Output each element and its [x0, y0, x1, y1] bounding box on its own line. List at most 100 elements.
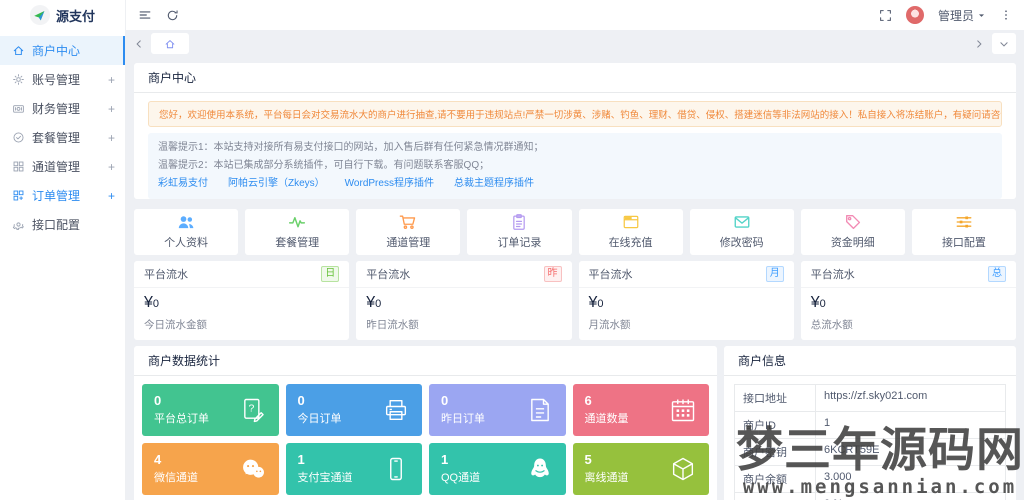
table-row: 默认费率 0 % [735, 492, 1005, 500]
logo[interactable]: 源支付 [0, 0, 125, 30]
chevron-down-icon [978, 13, 985, 17]
sidebar-item-account[interactable]: 账号管理 + [0, 65, 125, 94]
sidebar-item-merchant-center[interactable]: 商户中心 [0, 36, 125, 65]
expand-plus-icon[interactable]: + [108, 161, 115, 173]
stat-card-total: 平台流水 总 ¥0 总流水额 [800, 260, 1016, 340]
qa-package-manage[interactable]: 套餐管理 [245, 208, 350, 255]
kebab-menu-icon[interactable] [1000, 9, 1012, 21]
fullscreen-icon[interactable] [879, 9, 892, 22]
stat-title: 平台流水 [810, 268, 855, 281]
sidebar-item-label: 通道管理 [32, 160, 81, 174]
expand-plus-icon[interactable]: + [108, 132, 115, 144]
user-name: 管理员 [937, 8, 974, 23]
stat-card-month: 平台流水 月 ¥0 月流水额 [578, 260, 794, 340]
expand-plus-icon[interactable]: + [108, 103, 115, 115]
wechat-icon [239, 455, 267, 483]
link-wordpress[interactable]: WordPress程序插件 [345, 175, 434, 193]
merchant-center-panel: 商户中心 您好，欢迎使用本系统，平台每日会对交易流水大的商户进行抽查,请不要用于… [134, 63, 1016, 199]
sidebar-item-label: 财务管理 [32, 102, 81, 116]
tab-scroll-left-icon[interactable] [134, 39, 144, 49]
collapse-sidebar-icon[interactable] [138, 8, 152, 22]
stat-footer: 昨日流水额 [366, 318, 419, 331]
user-menu[interactable]: 管理员 [938, 7, 986, 24]
tag-icon [844, 213, 862, 231]
info-value: https://zf.sky021.com [824, 389, 928, 402]
sidebar-item-orders[interactable]: 订单管理 + [0, 181, 125, 210]
sidebar-item-label: 账号管理 [32, 73, 81, 87]
sidebar-item-label: 订单管理 [32, 189, 81, 203]
tab-home[interactable] [151, 33, 189, 54]
tile-qq-channels[interactable]: 1 QQ通道 [429, 442, 566, 495]
qa-order-records[interactable]: 订单记录 [467, 208, 572, 255]
link-apayun[interactable]: 阿帕云引擎（Zkeys） [228, 175, 325, 193]
tile-offline-channels[interactable]: 5 离线通道 [572, 442, 709, 495]
plugin-links: 彩虹易支付 阿帕云引擎（Zkeys） WordPress程序插件 总裁主题程序插… [158, 175, 992, 193]
home-tab-icon [165, 39, 175, 48]
qa-channel-manage[interactable]: 通道管理 [356, 208, 461, 255]
qa-change-password[interactable]: 修改密码 [689, 208, 794, 255]
qa-api-config[interactable]: 接口配置 [911, 208, 1016, 255]
sidebar-item-label: 套餐管理 [32, 131, 81, 145]
mail-icon [733, 213, 751, 231]
phone-icon [382, 455, 410, 483]
sidebar-item-api-config[interactable]: 接口配置 [0, 210, 125, 239]
sidebar: 源支付 商户中心 账号管理 + 财务管理 + 套餐管理 + 通道管理 + 订单管… [0, 0, 126, 500]
qa-fund-details[interactable]: 资金明细 [800, 208, 905, 255]
stat-badge-total: 总 [988, 265, 1006, 282]
merchant-stats-panel: 商户数据统计 0 平台总订单 ? 0 今日订单 0 昨日订单 6 通道数量 4 … [134, 345, 717, 500]
expand-plus-icon[interactable]: + [108, 74, 115, 86]
expand-plus-icon[interactable]: + [108, 190, 115, 202]
sidebar-item-label: 接口配置 [32, 218, 81, 232]
qa-personal-profile[interactable]: 个人资料 [134, 208, 239, 255]
link-caihong[interactable]: 彩虹易支付 [158, 175, 208, 193]
page-title: 商户中心 [134, 63, 1016, 93]
svg-text:?: ? [248, 402, 254, 414]
refresh-icon[interactable] [166, 9, 179, 22]
stat-footer: 月流水额 [588, 318, 631, 331]
bottom-section: 商户数据统计 0 平台总订单 ? 0 今日订单 0 昨日订单 6 通道数量 4 … [134, 345, 1016, 500]
finance-icon [12, 102, 25, 115]
tile-wechat-channels[interactable]: 4 微信通道 [142, 442, 279, 495]
info-value: 3.000 [824, 470, 852, 483]
users-icon [177, 213, 195, 231]
info-label: 默认费率 [735, 492, 816, 500]
platform-stats-row: 平台流水 日 ¥0 今日流水金额 平台流水 昨 ¥0 昨日流水额 平台流水 月 … [134, 260, 1016, 340]
avatar[interactable] [905, 6, 924, 24]
info-label: 商户余额 [735, 465, 816, 492]
link-zongcai[interactable]: 总裁主题程序插件 [454, 175, 534, 193]
stat-title: 平台流水 [588, 268, 633, 281]
warning-alert: 您好，欢迎使用本系统，平台每日会对交易流水大的商户进行抽查,请不要用于违规站点!… [148, 101, 1002, 127]
sidebar-item-package[interactable]: 套餐管理 + [0, 123, 125, 152]
calendar-icon [669, 396, 697, 424]
tile-alipay-channels[interactable]: 1 支付宝通道 [285, 442, 422, 495]
tip-line: 温馨提示1：本站支持对接所有易支付接口的网站，加入售后群有任何紧急情况群通知； [158, 142, 544, 153]
channel-grid-icon [12, 160, 25, 173]
info-label: 商户密钥 [735, 438, 816, 465]
qq-icon [526, 455, 554, 483]
info-value: 6KCRT59E [824, 443, 880, 456]
sidebar-item-finance[interactable]: 财务管理 + [0, 94, 125, 123]
clipboard-icon [510, 213, 528, 231]
page-content: 商户中心 您好，欢迎使用本系统，平台每日会对交易流水大的商户进行抽查,请不要用于… [126, 57, 1024, 500]
main-area: 管理员 商户中心 您好，欢迎使用本系统，平台每日会对交易流水大的商户进行抽查,请… [126, 0, 1024, 500]
stat-value: ¥0 [144, 293, 160, 311]
cube-icon [669, 455, 697, 483]
qa-online-recharge[interactable]: 在线充值 [578, 208, 683, 255]
tile-channel-count[interactable]: 6 通道数量 [572, 383, 709, 436]
merchant-info-title: 商户信息 [724, 346, 1016, 376]
doc-list-icon [526, 396, 554, 424]
pulse-icon [288, 213, 306, 231]
api-config-icon [12, 218, 25, 231]
tile-platform-total-orders[interactable]: 0 平台总订单 ? [142, 383, 279, 436]
table-row: 商户ID 1 [735, 411, 1005, 439]
tab-bar-controls [974, 33, 1016, 54]
table-row: 接口地址 https://zf.sky021.com [735, 384, 1005, 412]
tile-today-orders[interactable]: 0 今日订单 [285, 383, 422, 436]
tab-list-dropdown-icon[interactable] [992, 33, 1016, 54]
info-label: 接口地址 [735, 384, 816, 411]
stat-footer: 今日流水金额 [144, 318, 207, 331]
sidebar-item-channel[interactable]: 通道管理 + [0, 152, 125, 181]
tab-scroll-right-icon[interactable] [974, 39, 984, 49]
tile-yesterday-orders[interactable]: 0 昨日订单 [429, 383, 566, 436]
quick-actions-row: 个人资料 套餐管理 通道管理 订单记录 在线充值 修改密码 资金明细 接口配置 [134, 208, 1016, 255]
